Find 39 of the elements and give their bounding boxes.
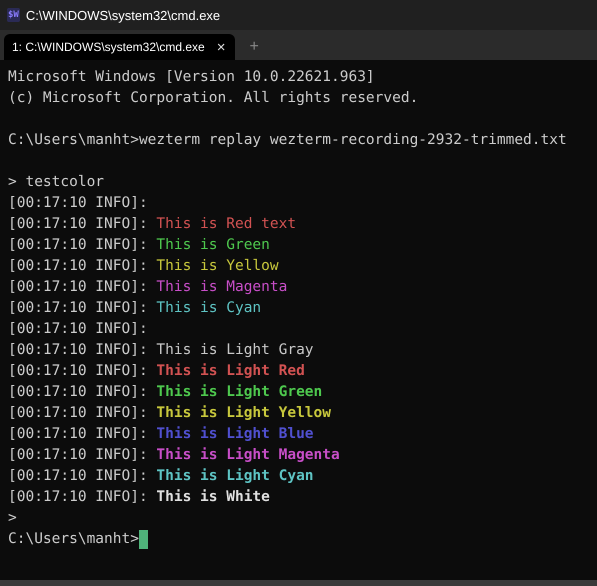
log-prefix: [00:17:10 INFO]:: [8, 488, 148, 507]
close-icon[interactable]: ×: [216, 38, 226, 56]
log-prefix: [00:17:10 INFO]:: [8, 194, 148, 213]
log-prefix: [00:17:10 INFO]:: [8, 257, 148, 276]
log-message: This is Light Yellow: [156, 404, 332, 423]
log-message: This is Light Gray: [156, 341, 314, 360]
terminal-tab[interactable]: 1: C:\WINDOWS\system32\cmd.exe ×: [4, 34, 236, 60]
terminal-line: >: [8, 509, 17, 528]
log-prefix: [00:17:10 INFO]:: [8, 215, 148, 234]
terminal-line: Microsoft Windows [Version 10.0.22621.963]: [8, 68, 375, 87]
log-prefix: [00:17:10 INFO]:: [8, 446, 148, 465]
log-message: This is Red text: [156, 215, 296, 234]
log-prefix: [00:17:10 INFO]:: [8, 404, 148, 423]
log-message: This is Light Cyan: [156, 467, 314, 486]
log-message: This is Yellow: [156, 257, 279, 276]
log-prefix: [00:17:10 INFO]:: [8, 320, 148, 339]
log-message: This is Light Green: [156, 383, 322, 402]
log-prefix: [00:17:10 INFO]:: [8, 467, 148, 486]
log-prefix: [00:17:10 INFO]:: [8, 383, 148, 402]
log-prefix: [00:17:10 INFO]:: [8, 278, 148, 297]
log-message: This is Light Blue: [156, 425, 314, 444]
log-message: This is Magenta: [156, 278, 288, 297]
log-prefix: [00:17:10 INFO]:: [8, 299, 148, 318]
window-title: C:\WINDOWS\system32\cmd.exe: [26, 8, 220, 22]
log-prefix: [00:17:10 INFO]:: [8, 341, 148, 360]
new-tab-button[interactable]: +: [249, 38, 259, 56]
prompt-text: C:\Users\manht>: [8, 530, 139, 549]
log-message: This is White: [156, 488, 270, 507]
log-prefix: [00:17:10 INFO]:: [8, 236, 148, 255]
log-message: This is Light Magenta: [156, 446, 340, 465]
log-prefix: [00:17:10 INFO]:: [8, 362, 148, 381]
log-message: This is Cyan: [156, 299, 262, 318]
terminal-line: (c) Microsoft Corporation. All rights reserved.: [8, 89, 418, 108]
log-message: This is Light Red: [156, 362, 305, 381]
terminal-line: > testcolor: [8, 173, 104, 192]
log-prefix: [00:17:10 INFO]:: [8, 425, 148, 444]
app-icon: $W: [7, 8, 20, 22]
log-message: This is Green: [156, 236, 270, 255]
terminal-line: C:\Users\manht>wezterm replay wezterm-recording-2932-trimmed.txt: [8, 131, 567, 150]
